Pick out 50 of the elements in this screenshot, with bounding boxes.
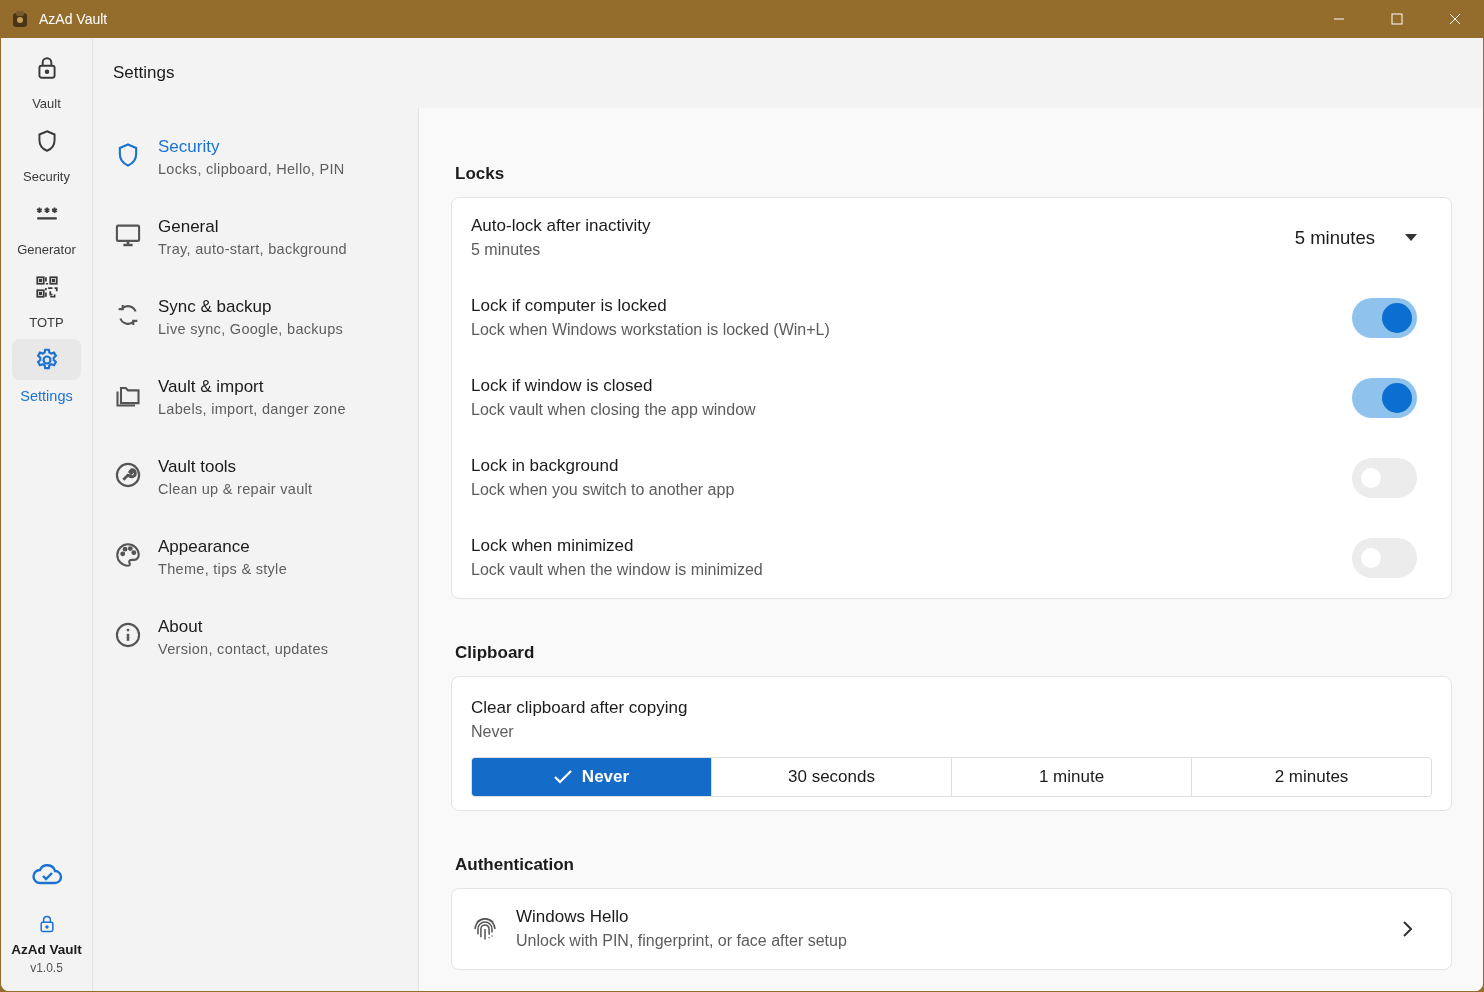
setting-title: Clear clipboard after copying — [471, 697, 689, 719]
palette-icon — [114, 541, 142, 569]
qr-code-icon — [33, 273, 60, 300]
setting-title: Lock if window is closed — [471, 375, 654, 397]
page-title: Settings — [113, 63, 175, 83]
segment-option[interactable]: Never — [472, 758, 711, 796]
settings-nav-item[interactable]: Vault tools Clean up & repair vault — [93, 456, 418, 536]
chevron-right-icon — [1402, 921, 1412, 937]
duration-dropdown[interactable]: 5 minutes — [1294, 221, 1417, 255]
wrench-icon — [114, 461, 142, 489]
settings-nav-item[interactable]: General Tray, auto-start, background — [93, 216, 418, 296]
caret-icon — [1405, 234, 1417, 242]
setting-description: Lock vault when closing the app window — [471, 400, 757, 420]
app-logo-icon — [10, 9, 30, 29]
setting-title: Lock if computer is locked — [471, 295, 668, 317]
section-heading: Clipboard — [455, 642, 536, 664]
settings-link-row[interactable]: Windows Hello Unlock with PIN, fingerprint, or face after setup — [452, 889, 1451, 969]
setting-description: Lock when you switch to another app — [471, 480, 736, 500]
version-label: v1.0.5 — [30, 961, 63, 975]
setting-title: Lock when minimized — [471, 535, 635, 557]
segment-option[interactable]: 30 seconds — [711, 758, 951, 796]
settings-nav-item[interactable]: Security Locks, clipboard, Hello, PIN — [93, 136, 418, 216]
cloud-check-icon[interactable] — [30, 862, 63, 886]
window-title: AzAd Vault — [39, 11, 109, 27]
setting-description: Lock when Windows workstation is locked (Win+L) — [471, 320, 831, 340]
segment-option[interactable]: 2 minutes — [1191, 758, 1431, 796]
settings-nav-item[interactable]: Vault & import Labels, import, danger zone — [93, 376, 418, 456]
rail-item[interactable]: Vault — [11, 47, 82, 112]
setting-description: Never — [471, 722, 515, 742]
app-name: AzAd Vault — [11, 942, 82, 957]
settings-nav-item[interactable]: Sync & backup Live sync, Google, backups — [93, 296, 418, 376]
checkmark-icon — [553, 770, 572, 784]
rail-item[interactable]: Security — [11, 120, 82, 185]
section-heading: Authentication — [455, 854, 575, 876]
setting-description: 5 minutes — [471, 240, 542, 260]
rail-item[interactable]: Generator — [11, 193, 82, 258]
close-icon — [1449, 13, 1461, 25]
setting-title: Lock in background — [471, 455, 620, 477]
fingerprint-icon — [471, 915, 499, 943]
rail-item[interactable]: TOTP — [11, 266, 82, 331]
setting-description: Lock vault when the window is minimized — [471, 560, 764, 580]
info-icon — [114, 621, 142, 649]
toggle-switch[interactable] — [1352, 378, 1417, 418]
maximize-icon — [1391, 13, 1403, 25]
section-heading: Locks — [455, 163, 506, 185]
toggle-switch[interactable] — [1352, 298, 1417, 338]
setting-title: Auto-lock after inactivity — [471, 215, 652, 237]
settings-nav-item[interactable]: About Version, contact, updates — [93, 616, 418, 696]
segment-option[interactable]: 1 minute — [951, 758, 1191, 796]
settings-nav-item[interactable]: Appearance Theme, tips & style — [93, 536, 418, 616]
